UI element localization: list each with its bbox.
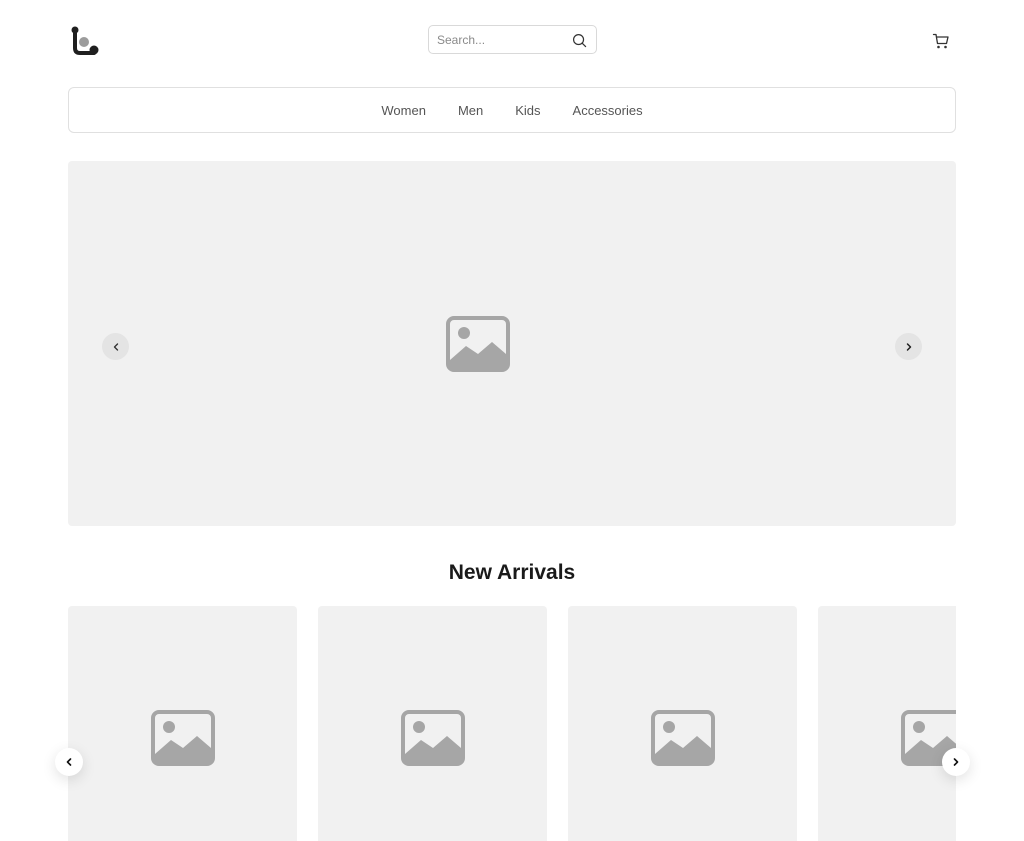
nav-item-women[interactable]: Women [365, 103, 442, 118]
nav-item-accessories[interactable]: Accessories [557, 103, 659, 118]
chevron-left-icon [113, 342, 118, 351]
product-card[interactable] [568, 606, 797, 841]
nav-item-men[interactable]: Men [442, 103, 499, 118]
products-next-button[interactable] [942, 748, 970, 776]
image-placeholder-icon [151, 710, 215, 766]
product-card[interactable] [68, 606, 297, 841]
product-card[interactable] [318, 606, 547, 841]
search-box [428, 25, 597, 54]
products-prev-button[interactable] [55, 748, 83, 776]
chevron-left-icon [66, 758, 72, 766]
image-placeholder-icon [651, 710, 715, 766]
cart-icon[interactable] [932, 32, 950, 50]
image-placeholder-icon [446, 316, 510, 372]
product-carousel [68, 606, 956, 841]
section-title-new-arrivals: New Arrivals [448, 561, 576, 584]
nav-item-kids[interactable]: Kids [499, 103, 556, 118]
hero-prev-button[interactable] [102, 333, 129, 360]
page: Women Men Kids Accessories New Arrivals [0, 0, 1024, 841]
image-placeholder-icon [401, 710, 465, 766]
hero-carousel [68, 161, 956, 526]
product-card[interactable] [818, 606, 956, 841]
chevron-right-icon [906, 342, 911, 351]
brand-logo-icon[interactable] [70, 26, 100, 56]
hero-next-button[interactable] [895, 333, 922, 360]
search-input[interactable] [437, 32, 567, 47]
category-nav: Women Men Kids Accessories [68, 87, 956, 133]
search-icon[interactable] [572, 33, 587, 48]
chevron-right-icon [953, 758, 959, 766]
